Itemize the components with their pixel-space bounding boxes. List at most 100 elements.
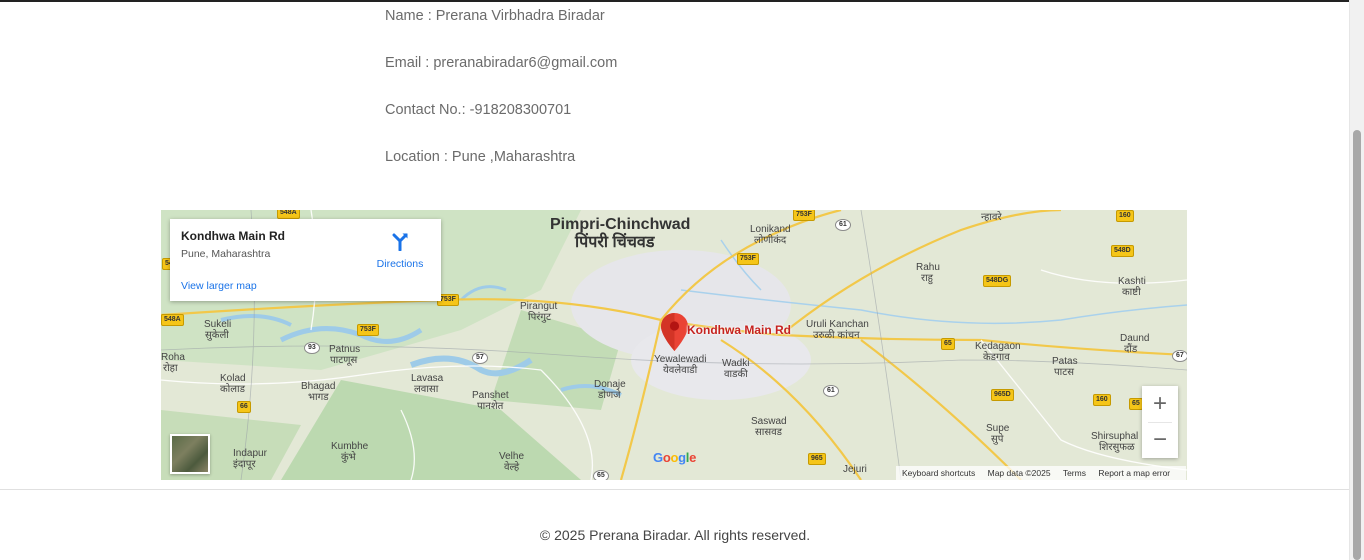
marker-label: Kondhwa Main Rd xyxy=(687,323,791,337)
report-map-error-link[interactable]: Report a map error xyxy=(1098,468,1170,478)
place-label: न्हावरे xyxy=(981,212,1002,223)
view-larger-map-link[interactable]: View larger map xyxy=(181,280,257,292)
route-shield: 548DG xyxy=(983,275,1012,287)
map-data-text: Map data ©2025 xyxy=(987,468,1051,478)
place-label: काष्टी xyxy=(1122,287,1141,298)
place-label: पिंपरी चिंचवड xyxy=(575,234,655,251)
place-label: उरुळी कांचन xyxy=(813,330,860,341)
place-label: Velhe xyxy=(499,451,525,462)
route-shield: 66 xyxy=(237,401,251,413)
place-label: कोलाड xyxy=(220,384,245,395)
place-label: Panshet xyxy=(472,390,509,401)
route-shield: 67 xyxy=(1172,350,1187,362)
place-label: येवलेवाडी xyxy=(663,365,698,376)
place-label: Lonikand xyxy=(750,224,791,235)
location-pin-icon[interactable] xyxy=(661,313,688,351)
place-label: Rahu xyxy=(916,262,940,273)
place-label: Yewalewadi xyxy=(654,354,707,365)
place-label: Pirangut xyxy=(520,301,558,312)
contact-email: Email : preranabiradar6@gmail.com xyxy=(385,55,618,71)
place-label: भागड xyxy=(308,392,329,403)
contact-phone: Contact No.: -918208300701 xyxy=(385,102,572,118)
browser-top-edge xyxy=(0,0,1364,2)
place-label: इंदापूर xyxy=(233,459,256,470)
route-shield: 65 xyxy=(1129,398,1143,410)
terms-link[interactable]: Terms xyxy=(1063,468,1086,478)
footer-divider xyxy=(0,489,1350,490)
scrollbar-thumb[interactable] xyxy=(1353,130,1361,560)
place-label: Daund xyxy=(1120,333,1150,344)
place-label: Kashti xyxy=(1118,276,1146,287)
place-label: Indapur xyxy=(233,448,267,459)
route-shield: 65 xyxy=(593,470,609,480)
place-label: Roha xyxy=(161,352,185,363)
place-label: Shirsuphal xyxy=(1091,431,1139,442)
place-label: Patnus xyxy=(329,344,361,355)
route-shield: 965 xyxy=(808,453,826,465)
google-logo: Google xyxy=(653,450,697,465)
directions-button[interactable]: Directions xyxy=(375,231,425,270)
place-label: Lavasa xyxy=(411,373,444,384)
zoom-control: + − xyxy=(1142,386,1178,458)
place-label: Kedagaon xyxy=(975,341,1021,352)
place-label: Supe xyxy=(986,423,1010,434)
route-shield: 753F xyxy=(357,324,379,336)
route-shield: 61 xyxy=(835,219,851,231)
route-shield: 548A xyxy=(161,314,184,326)
place-label: पाटणूस xyxy=(330,355,358,366)
place-label: शिरसुफळ xyxy=(1099,442,1135,453)
route-shield: 160 xyxy=(1116,210,1134,222)
route-shield: 57 xyxy=(472,352,488,364)
directions-label: Directions xyxy=(376,258,424,270)
zoom-out-button[interactable]: − xyxy=(1142,422,1178,458)
contact-name: Name : Prerana Virbhadra Biradar xyxy=(385,8,605,24)
route-shield: 61 xyxy=(823,385,839,397)
place-label: Bhagad xyxy=(301,381,336,392)
place-address: Pune, Maharashtra xyxy=(181,248,271,260)
map-attribution-bar: Keyboard shortcuts Map data ©2025 Terms … xyxy=(896,466,1187,480)
place-label: केडगाव xyxy=(983,352,1010,363)
place-label: पाटस xyxy=(1054,367,1075,378)
place-label: रोहा xyxy=(163,363,178,374)
place-label: Donaje xyxy=(594,379,626,390)
keyboard-shortcuts-link[interactable]: Keyboard shortcuts xyxy=(902,468,975,478)
place-title: Kondhwa Main Rd xyxy=(181,229,285,243)
place-label: वाडकी xyxy=(724,369,748,380)
place-label: सासवड xyxy=(755,427,783,438)
place-label: राहु xyxy=(921,273,933,284)
directions-icon xyxy=(392,233,408,252)
place-label: Kolad xyxy=(220,373,246,384)
place-label: लोणीकंद xyxy=(754,235,787,246)
route-shield: 548A xyxy=(277,210,300,219)
route-shield: 93 xyxy=(304,342,320,354)
route-shield: 160 xyxy=(1093,394,1111,406)
place-label: Jejuri xyxy=(843,464,867,475)
place-label: डोणजे xyxy=(598,390,621,401)
place-label: सुपे xyxy=(991,434,1004,445)
place-label: Pimpri-Chinchwad xyxy=(550,216,691,233)
place-label: पानशेत xyxy=(477,401,504,412)
place-label: दौंड xyxy=(1124,344,1138,355)
route-shield: 753F xyxy=(737,253,759,265)
place-label: Wadki xyxy=(722,358,750,369)
place-label: पिरंगुट xyxy=(528,312,552,323)
page-scrollbar[interactable] xyxy=(1349,0,1364,560)
map-type-toggle[interactable] xyxy=(170,434,210,474)
place-info-card: Kondhwa Main Rd Pune, Maharashtra View l… xyxy=(170,219,441,301)
place-label: कुंभे xyxy=(341,452,356,463)
route-shield: 753F xyxy=(793,210,815,221)
route-shield: 65 xyxy=(941,338,955,350)
place-label: Saswad xyxy=(751,416,787,427)
place-label: Sukeli xyxy=(204,319,232,330)
zoom-in-button[interactable]: + xyxy=(1142,386,1178,422)
embedded-map[interactable]: Pimpri-Chinchwad पिंपरी चिंचवड Lonikand … xyxy=(161,210,1187,480)
place-label: Kumbhe xyxy=(331,441,369,452)
place-label: Patas xyxy=(1052,356,1078,367)
contact-location: Location : Pune ,Maharashtra xyxy=(385,149,576,165)
place-label: वेल्हे xyxy=(504,462,520,473)
place-label: सुकेली xyxy=(205,330,229,341)
place-label: Uruli Kanchan xyxy=(806,319,869,330)
footer-copyright: © 2025 Prerana Biradar. All rights reser… xyxy=(539,527,811,543)
place-label: लवासा xyxy=(414,384,439,395)
route-shield: 965D xyxy=(991,389,1014,401)
